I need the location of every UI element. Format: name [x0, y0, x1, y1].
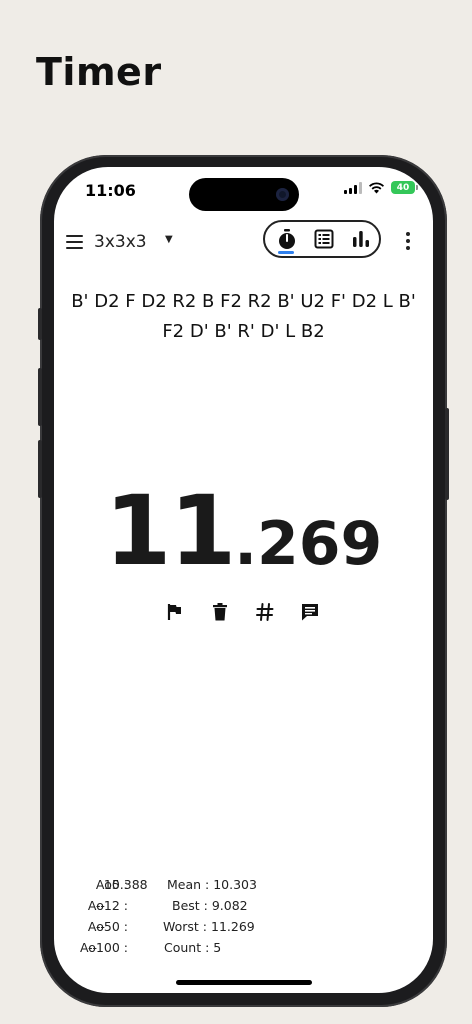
stat-ao50-label: Ao50 : [87, 919, 128, 934]
app-bar: 3x3x3 ▼ [54, 220, 433, 272]
stat-row-4: Ao100 : -- Count : 5 [54, 940, 433, 961]
stat-mean: Mean : 10.303 [167, 877, 257, 892]
list-icon[interactable] [313, 228, 335, 250]
dropdown-caret-icon[interactable]: ▼ [165, 234, 173, 245]
timer-seconds: 11 [104, 475, 237, 587]
scramble-text[interactable]: B' D2 F D2 R2 B F2 R2 B' U2 F' D2 L B' F… [66, 287, 421, 347]
app-screen: 11:06 40 3x3x3 ▼ B' D2 F D2 R2 B F2 R2 B… [54, 167, 433, 993]
mode-toggle-group [263, 220, 381, 258]
stat-ao100-value: -- [87, 940, 97, 955]
flag-icon[interactable] [164, 601, 186, 623]
dynamic-island [189, 178, 299, 211]
page-heading: Timer [36, 50, 162, 94]
stat-ao12-value: -- [95, 898, 105, 913]
phone-volume-down-button [38, 440, 42, 498]
stats-icon[interactable] [350, 228, 372, 250]
phone-volume-up-button [38, 368, 42, 426]
stat-best: Best : 9.082 [172, 898, 248, 913]
comment-icon[interactable] [299, 601, 321, 623]
stat-row-2: Ao12 : -- Best : 9.082 [54, 898, 433, 919]
stat-ao5-value: 10.388 [103, 877, 148, 892]
wifi-icon [369, 182, 384, 194]
stat-row-1: Ao5 :10.388 Mean : 10.303 [54, 877, 433, 898]
battery-level: 40 [396, 182, 410, 193]
more-options-icon[interactable] [406, 232, 410, 250]
stat-ao12-label: Ao12 : [87, 898, 128, 913]
stat-count: Count : 5 [164, 940, 222, 955]
status-icons: 40 [344, 181, 418, 194]
delete-icon[interactable] [209, 601, 231, 623]
timer-decimals: .269 [234, 509, 383, 579]
home-indicator[interactable] [176, 980, 312, 985]
timer-icon[interactable] [276, 228, 298, 250]
cellular-signal-icon [344, 181, 362, 194]
status-time: 11:06 [85, 181, 136, 200]
hash-icon[interactable] [254, 601, 276, 623]
solve-actions [164, 601, 324, 625]
stat-ao50-value: -- [95, 919, 105, 934]
phone-action-button [38, 308, 42, 340]
battery-icon: 40 [391, 181, 418, 194]
statistics-panel: Ao5 :10.388 Mean : 10.303 Ao12 : -- Best … [54, 877, 433, 961]
active-mode-indicator [278, 251, 294, 254]
timer-display[interactable]: 11.269 [54, 475, 433, 587]
stat-row-3: Ao50 : -- Worst : 11.269 [54, 919, 433, 940]
menu-icon[interactable] [66, 235, 83, 249]
stat-worst: Worst : 11.269 [163, 919, 255, 934]
phone-power-button [445, 408, 449, 500]
puzzle-selector[interactable]: 3x3x3 [94, 232, 147, 252]
